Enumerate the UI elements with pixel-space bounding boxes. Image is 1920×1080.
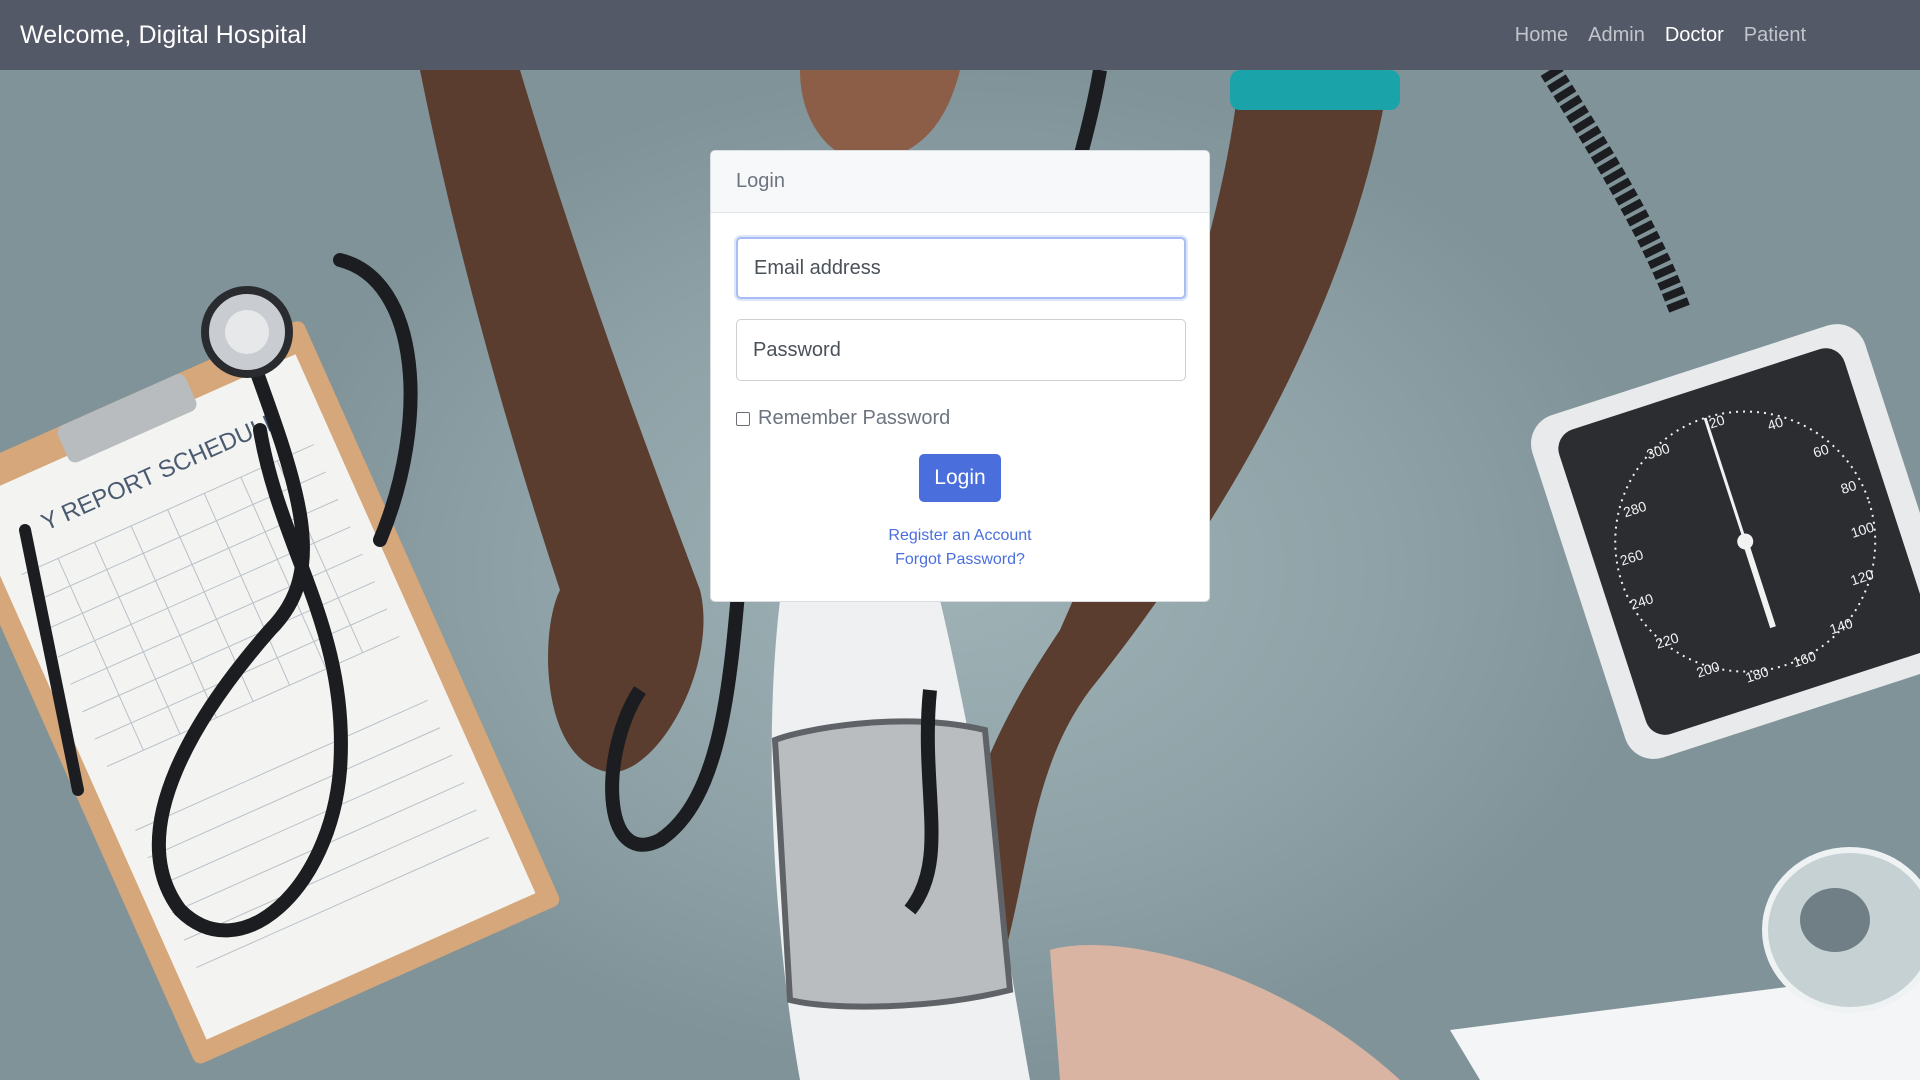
nav-link-patient[interactable]: Patient	[1744, 24, 1806, 47]
email-input[interactable]	[736, 237, 1186, 299]
blood-pressure-cuff-illustration	[771, 718, 1014, 1010]
top-navbar: Welcome, Digital Hospital Home Admin Doc…	[0, 0, 1920, 70]
remember-password-label[interactable]: Remember Password	[758, 407, 950, 430]
forgot-password-link[interactable]: Forgot Password?	[736, 548, 1184, 572]
remember-password-row: Remember Password	[736, 407, 1184, 430]
password-input[interactable]	[736, 319, 1186, 381]
register-account-link[interactable]: Register an Account	[736, 524, 1184, 548]
login-button[interactable]: Login	[919, 454, 1001, 502]
remember-password-checkbox[interactable]	[736, 411, 750, 426]
login-card-header: Login	[711, 151, 1209, 213]
nav-links: Home Admin Doctor Patient	[1515, 24, 1806, 47]
sphygmomanometer-gauge-illustration: 300 20 40 60 80 100 120 140 160 180 200 …	[1530, 324, 1920, 760]
nav-link-admin[interactable]: Admin	[1588, 24, 1645, 47]
login-card-body: Remember Password Login Register an Acco…	[711, 213, 1209, 572]
account-links: Register an Account Forgot Password?	[736, 524, 1184, 572]
nav-link-home[interactable]: Home	[1515, 24, 1568, 47]
login-card: Login Remember Password Login Register a…	[710, 150, 1210, 602]
site-brand[interactable]: Welcome, Digital Hospital	[20, 21, 307, 50]
sleeve-illustration	[1230, 70, 1400, 110]
left-arm-illustration	[420, 70, 704, 773]
login-button-row: Login	[736, 454, 1184, 502]
nav-link-doctor[interactable]: Doctor	[1665, 24, 1724, 47]
